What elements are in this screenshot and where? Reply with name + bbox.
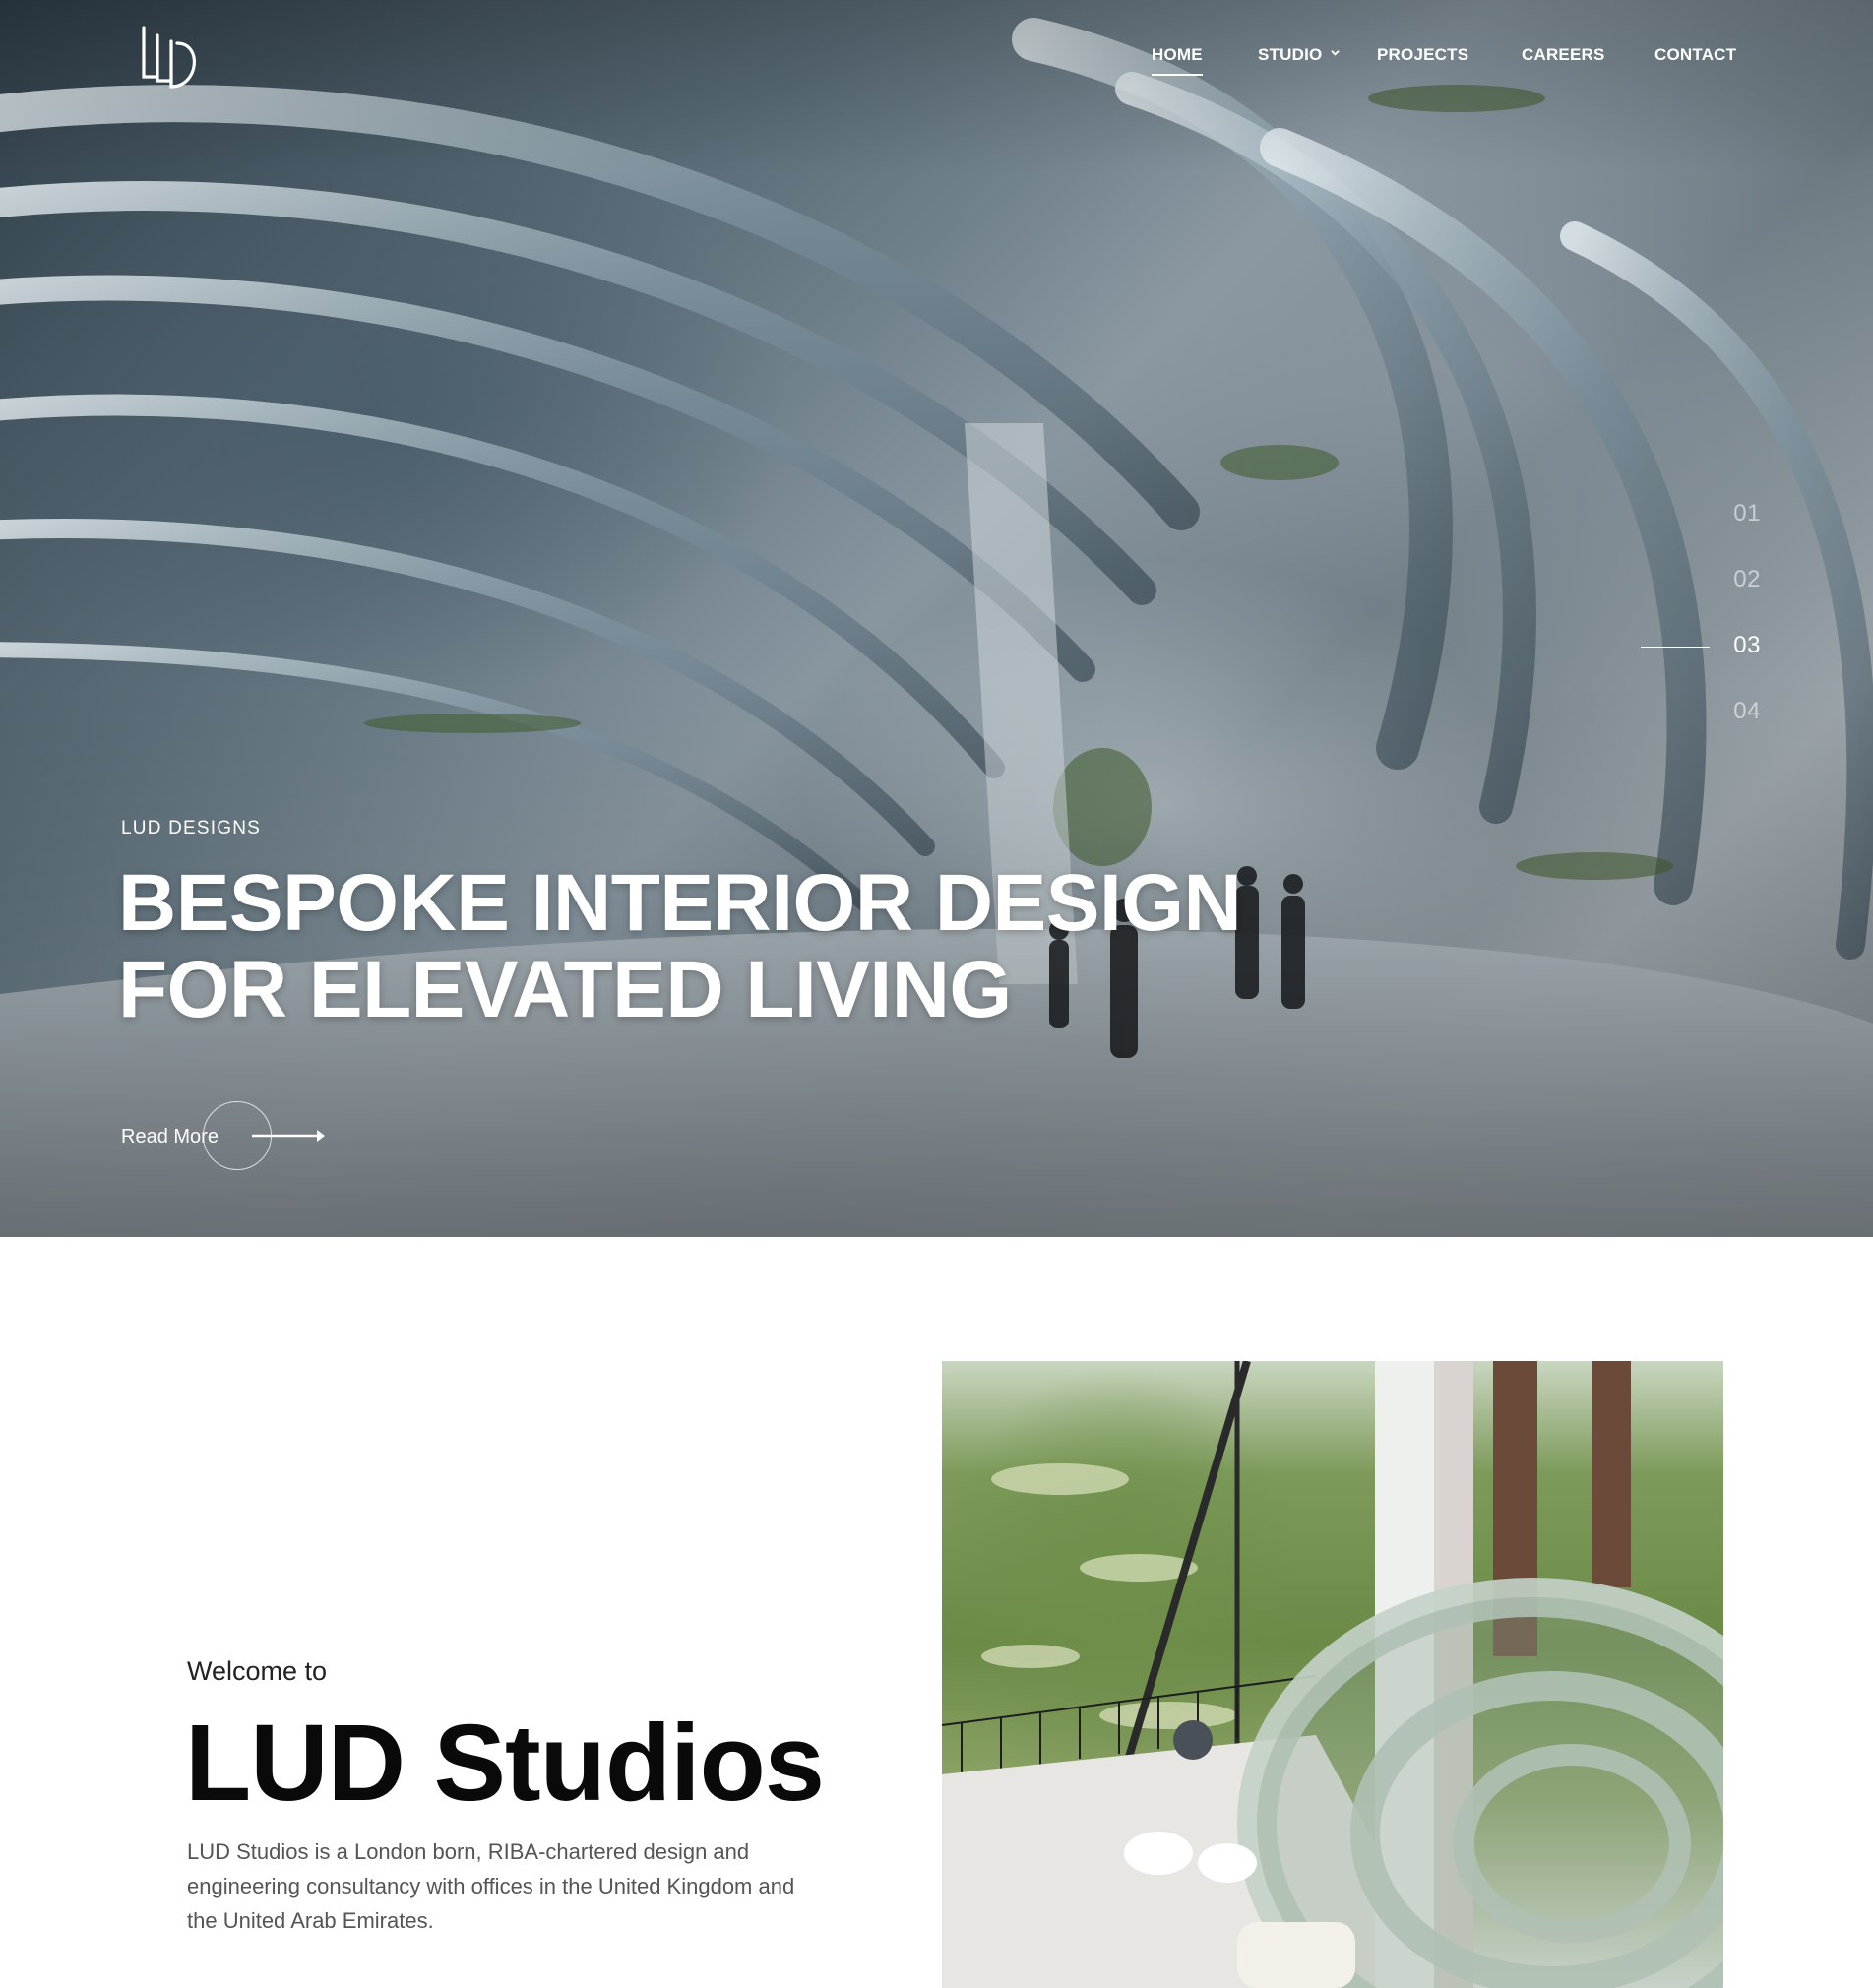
- nav-projects[interactable]: PROJECTS: [1377, 45, 1468, 65]
- hero-overlay: [0, 0, 1873, 1237]
- nav-careers[interactable]: CAREERS: [1522, 45, 1605, 65]
- interior-render-image: [942, 1361, 1723, 1988]
- hero-eyebrow: LUD DESIGNS: [121, 818, 262, 839]
- nav-contact[interactable]: CONTACT: [1654, 45, 1736, 65]
- read-more-button[interactable]: Read More: [121, 1101, 357, 1172]
- slide-indicator-03[interactable]: 03: [1733, 632, 1761, 659]
- site-logo[interactable]: [138, 22, 205, 93]
- nav-studio-label: STUDIO: [1258, 45, 1323, 64]
- hero-headline-line-1: BESPOKE INTERIOR DESIGN: [118, 858, 1242, 948]
- hero-slider: HOME STUDIO PROJECTS CAREERS CONTACT 01 …: [0, 0, 1873, 1237]
- slide-indicator-04[interactable]: 04: [1733, 698, 1761, 725]
- slide-indicator-02[interactable]: 02: [1733, 566, 1761, 593]
- active-slide-line: [1641, 647, 1710, 648]
- nav-studio[interactable]: STUDIO: [1258, 45, 1341, 65]
- about-image: [942, 1361, 1723, 1988]
- nav-home[interactable]: HOME: [1152, 45, 1203, 76]
- about-welcome: Welcome to: [187, 1656, 328, 1686]
- about-description: LUD Studios is a London born, RIBA-chart…: [187, 1839, 795, 1933]
- hero-headline-line-2: FOR ELEVATED LIVING: [118, 945, 1012, 1034]
- slide-indicator-01[interactable]: 01: [1733, 500, 1761, 528]
- hero-headline: BESPOKE INTERIOR DESIGN FOR ELEVATED LIV…: [118, 858, 1242, 1034]
- arrow-right-icon: [252, 1130, 325, 1142]
- about-title: LUD Studios: [185, 1703, 825, 1824]
- chevron-down-icon: [1331, 50, 1341, 56]
- logo-mark-icon: [142, 26, 196, 89]
